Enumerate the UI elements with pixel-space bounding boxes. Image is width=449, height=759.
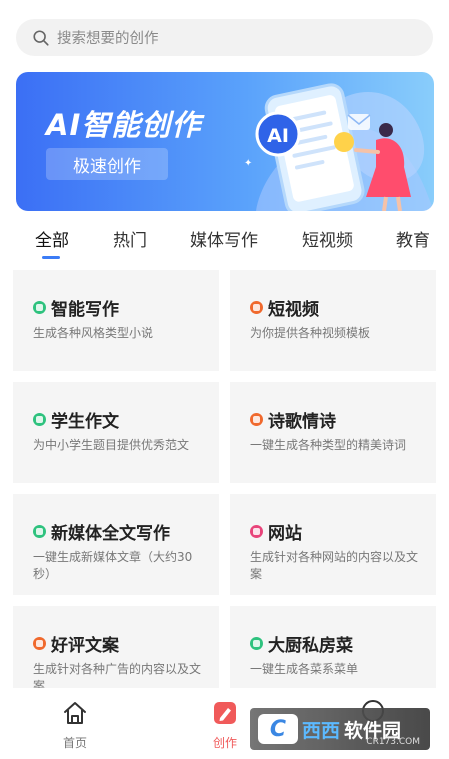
review-icon	[33, 637, 46, 650]
promo-banner[interactable]: AI智能创作 极速创作 AI ✦	[16, 72, 434, 211]
category-tabs: 全部 热门 媒体写作 短视频 教育	[0, 220, 449, 260]
creation-card-grid: 智能写作 生成各种风格类型小说 短视频 为你提供各种视频模板 学生作文 为中小学…	[0, 268, 449, 688]
card-description: 生成针对各种网站的内容以及文案	[250, 550, 419, 581]
card-description: 一键生成新媒体文章（大约30秒）	[33, 550, 193, 581]
search-input[interactable]: 搜索想要的创作	[57, 27, 159, 48]
pen-icon	[33, 525, 46, 538]
phone-illustration: AI ✦	[244, 83, 434, 211]
globe-icon	[250, 525, 263, 538]
tab-education[interactable]: 教育	[396, 226, 430, 251]
nav-create[interactable]: 创作	[195, 700, 255, 751]
card-student-essay[interactable]: 学生作文 为中小学生题目提供优秀范文	[13, 382, 219, 483]
pen-icon	[33, 301, 46, 314]
card-short-video[interactable]: 短视频 为你提供各种视频模板	[230, 270, 436, 371]
active-tab-indicator	[42, 256, 60, 259]
card-title: 网站	[268, 524, 302, 544]
card-title: 诗歌情诗	[268, 412, 336, 432]
poem-icon	[250, 413, 263, 426]
watermark-name-a: 西西	[302, 719, 341, 742]
ai-badge: AI	[267, 125, 289, 147]
card-title: 大厨私房菜	[268, 636, 353, 656]
card-poetry[interactable]: 诗歌情诗 一键生成各种类型的精美诗词	[230, 382, 436, 483]
card-description: 一键生成各菜系菜单	[250, 662, 359, 676]
site-watermark: C 西西 软件园 CR173.COM	[250, 708, 430, 750]
card-title: 学生作文	[51, 412, 119, 432]
nav-home[interactable]: 首页	[45, 700, 105, 751]
nav-create-label: 创作	[212, 736, 237, 750]
card-good-review[interactable]: 好评文案 生成针对各种广告的内容以及文案	[13, 606, 219, 688]
nav-home-label: 首页	[62, 736, 87, 750]
search-icon	[33, 29, 49, 46]
card-title: 智能写作	[51, 300, 119, 320]
card-title: 短视频	[268, 300, 319, 320]
card-title: 好评文案	[51, 636, 119, 656]
tab-short-video[interactable]: 短视频	[302, 226, 353, 251]
watermark-logo: C	[258, 714, 298, 744]
tab-hot[interactable]: 热门	[113, 226, 147, 251]
card-chef-recipes[interactable]: 大厨私房菜 一键生成各菜系菜单	[230, 606, 436, 688]
search-bar[interactable]: 搜索想要的创作	[16, 19, 433, 56]
watermark-domain: CR173.COM	[366, 737, 420, 747]
tab-media-writing[interactable]: 媒体写作	[190, 226, 258, 251]
card-description: 一键生成各种类型的精美诗词	[250, 438, 407, 452]
card-title: 新媒体全文写作	[51, 524, 170, 544]
card-website[interactable]: 网站 生成针对各种网站的内容以及文案	[230, 494, 436, 595]
card-description: 为你提供各种视频模板	[250, 326, 371, 340]
svg-text:✦: ✦	[244, 158, 252, 169]
create-icon	[214, 702, 236, 724]
card-description: 为中小学生题目提供优秀范文	[33, 438, 190, 452]
card-smart-writing[interactable]: 智能写作 生成各种风格类型小说	[13, 270, 219, 371]
card-new-media-writing[interactable]: 新媒体全文写作 一键生成新媒体文章（大约30秒）	[13, 494, 219, 595]
card-description: 生成各种风格类型小说	[33, 326, 154, 340]
tab-all[interactable]: 全部	[35, 226, 69, 251]
video-icon	[250, 301, 263, 314]
fast-create-button[interactable]: 极速创作	[46, 148, 168, 180]
pen-icon	[33, 413, 46, 426]
card-description: 生成针对各种广告的内容以及文案	[33, 662, 202, 688]
home-icon	[64, 702, 86, 724]
banner-title: AI智能创作	[46, 108, 202, 142]
recipe-icon	[250, 637, 263, 650]
